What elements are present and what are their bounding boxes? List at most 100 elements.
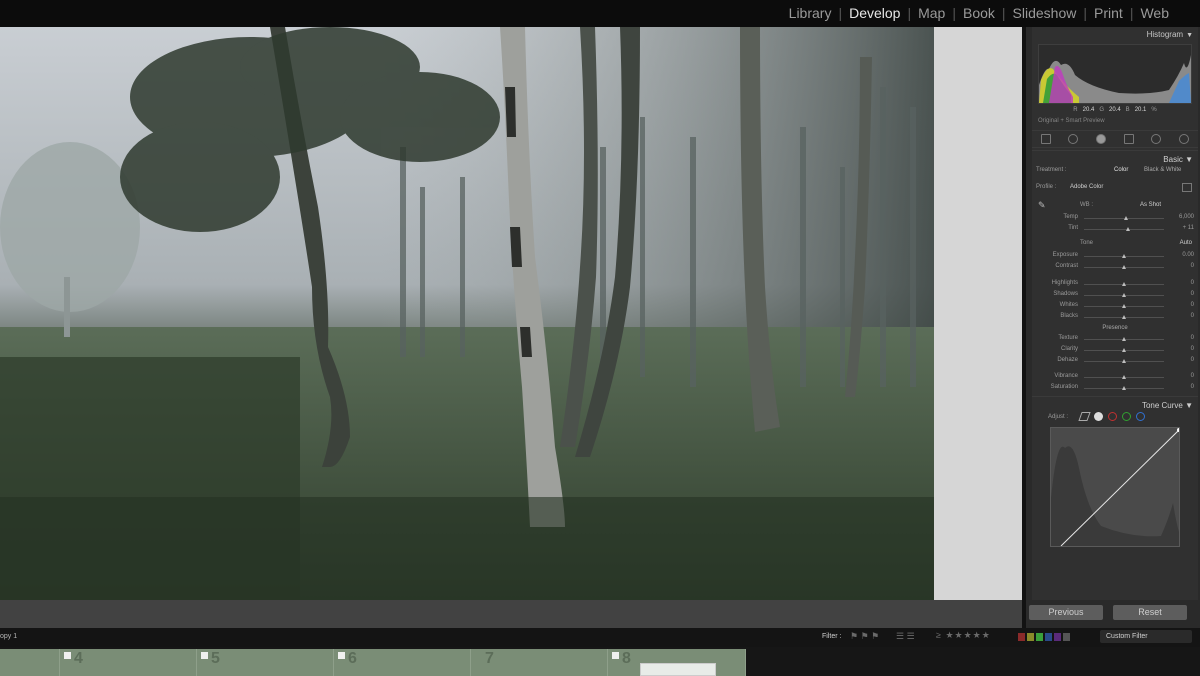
histogram-header[interactable]: Histogram ▼ <box>1032 27 1198 42</box>
slider-value[interactable]: 0.00 <box>1182 252 1194 258</box>
point-curve-white-icon[interactable] <box>1094 412 1103 421</box>
reset-button[interactable]: Reset <box>1113 605 1187 620</box>
yellow-label-icon[interactable] <box>1027 633 1034 641</box>
star-rating-filter[interactable]: ≥ ★★★★★ <box>936 630 991 641</box>
edit-filter-icon[interactable]: ☰ ☰ <box>896 631 915 642</box>
slider-handle[interactable] <box>1122 315 1126 319</box>
frame-number: 8 <box>622 650 631 667</box>
slider-blacks[interactable]: Blacks 0 <box>1032 312 1198 323</box>
spot-removal-tool-icon[interactable] <box>1068 134 1079 144</box>
red-eye-tool-icon[interactable] <box>1096 134 1107 144</box>
filmstrip-cell[interactable] <box>0 649 60 676</box>
slider-saturation[interactable]: Saturation 0 <box>1032 383 1198 394</box>
adjustment-brush-icon[interactable] <box>1179 134 1190 144</box>
flag-icon <box>201 652 208 659</box>
collapse-triangle-icon: ▼ <box>1186 32 1193 39</box>
tone-curve-graph[interactable] <box>1050 427 1180 547</box>
previous-button[interactable]: Previous <box>1029 605 1103 620</box>
blue-channel-icon[interactable] <box>1136 412 1145 421</box>
slider-dehaze[interactable]: Dehaze 0 <box>1032 356 1198 367</box>
green-channel-icon[interactable] <box>1122 412 1131 421</box>
slider-handle[interactable] <box>1122 348 1126 352</box>
filmstrip-cell-selected[interactable]: 8 <box>608 649 746 676</box>
slider-value[interactable]: 6,000 <box>1179 214 1194 220</box>
green-label-icon[interactable] <box>1036 633 1043 641</box>
slider-contrast[interactable]: Contrast 0 <box>1032 262 1198 273</box>
tone-curve-header[interactable]: Tone Curve ▼ <box>1032 396 1198 411</box>
parametric-curve-icon[interactable] <box>1078 412 1091 421</box>
module-develop[interactable]: Develop <box>842 5 907 21</box>
slider-shadows[interactable]: Shadows 0 <box>1032 290 1198 301</box>
blue-label-icon[interactable] <box>1045 633 1052 641</box>
filmstrip-cell[interactable]: 6 <box>334 649 471 676</box>
custom-filter-dropdown[interactable]: Custom Filter <box>1100 630 1192 643</box>
slider-handle[interactable] <box>1122 359 1126 363</box>
slider-value[interactable]: 0 <box>1191 302 1194 308</box>
slider-value[interactable]: 0 <box>1191 263 1194 269</box>
slider-handle[interactable] <box>1122 265 1126 269</box>
flag-filter-icon[interactable]: ⚑ ⚑ ⚑ <box>850 631 879 642</box>
frame-number: 6 <box>348 650 357 667</box>
wb-dropdown[interactable]: As Shot <box>1140 202 1161 208</box>
slider-value[interactable]: 0 <box>1191 335 1194 341</box>
treatment-color-option[interactable]: Color <box>1114 167 1128 173</box>
image-toolbar <box>0 600 1022 628</box>
slider-handle[interactable] <box>1122 304 1126 308</box>
collapse-triangle-icon: ▼ <box>1182 155 1193 164</box>
radial-filter-icon[interactable] <box>1151 134 1162 144</box>
slider-handle[interactable] <box>1122 375 1126 379</box>
slider-tint[interactable]: Tint + 11 <box>1032 224 1198 235</box>
module-map[interactable]: Map <box>911 5 952 21</box>
slider-handle[interactable] <box>1122 293 1126 297</box>
purple-label-icon[interactable] <box>1054 633 1061 641</box>
slider-handle[interactable] <box>1122 337 1126 341</box>
color-label-filter[interactable] <box>1018 633 1070 641</box>
profile-browser-grid-icon[interactable] <box>1182 183 1192 192</box>
red-channel-icon[interactable] <box>1108 412 1117 421</box>
module-book[interactable]: Book <box>956 5 1002 21</box>
filmstrip-cell[interactable]: 7 <box>471 649 608 676</box>
slider-value[interactable]: 0 <box>1191 384 1194 390</box>
slider-handle[interactable] <box>1122 254 1126 258</box>
image-canvas[interactable] <box>0 27 1022 600</box>
slider-value[interactable]: 0 <box>1191 291 1194 297</box>
slider-value[interactable]: 0 <box>1191 346 1194 352</box>
treatment-bw-option[interactable]: Black & White <box>1144 167 1181 173</box>
slider-whites[interactable]: Whites 0 <box>1032 301 1198 312</box>
basic-header[interactable]: Basic ▼ <box>1032 150 1198 165</box>
module-slideshow[interactable]: Slideshow <box>1006 5 1084 21</box>
tone-curve-adjust-row: Adjust : <box>1032 411 1198 425</box>
module-web[interactable]: Web <box>1133 5 1176 21</box>
slider-handle[interactable] <box>1122 282 1126 286</box>
crop-tool-icon[interactable] <box>1040 134 1051 144</box>
graduated-filter-icon[interactable] <box>1123 134 1134 144</box>
photo-preview[interactable] <box>0 27 934 600</box>
slider-temp[interactable]: Temp 6,000 <box>1032 213 1198 224</box>
slider-handle[interactable] <box>1123 216 1128 220</box>
wb-eyedropper-icon[interactable]: ✎ <box>1038 200 1046 211</box>
filmstrip-cell[interactable]: 4 <box>60 649 197 676</box>
histogram-graph[interactable] <box>1038 44 1192 104</box>
slider-handle[interactable] <box>1126 227 1130 231</box>
slider-handle[interactable] <box>1122 386 1126 390</box>
slider-exposure[interactable]: Exposure 0.00 <box>1032 251 1198 262</box>
slider-vibrance[interactable]: Vibrance 0 <box>1032 372 1198 383</box>
red-label-icon[interactable] <box>1018 633 1025 641</box>
no-label-icon[interactable] <box>1063 633 1070 641</box>
profile-dropdown[interactable]: Adobe Color <box>1070 184 1103 190</box>
slider-clarity[interactable]: Clarity 0 <box>1032 345 1198 356</box>
slider-track[interactable] <box>1084 229 1164 230</box>
filmstrip-cell[interactable]: 5 <box>197 649 334 676</box>
slider-highlights[interactable]: Highlights 0 <box>1032 279 1198 290</box>
module-print[interactable]: Print <box>1087 5 1130 21</box>
module-library[interactable]: Library <box>782 5 839 21</box>
slider-value[interactable]: + 11 <box>1183 225 1194 231</box>
collection-name[interactable]: opy 1 <box>0 633 17 640</box>
tone-sliders: Exposure 0.00 Contrast 0 Highlights 0 Shadows 0… <box>1032 251 1198 323</box>
auto-tone-button[interactable]: Auto <box>1180 240 1192 246</box>
slider-value[interactable]: 0 <box>1191 373 1194 379</box>
slider-value[interactable]: 0 <box>1191 280 1194 286</box>
slider-value[interactable]: 0 <box>1191 357 1194 363</box>
slider-value[interactable]: 0 <box>1191 313 1194 319</box>
slider-texture[interactable]: Texture 0 <box>1032 334 1198 345</box>
